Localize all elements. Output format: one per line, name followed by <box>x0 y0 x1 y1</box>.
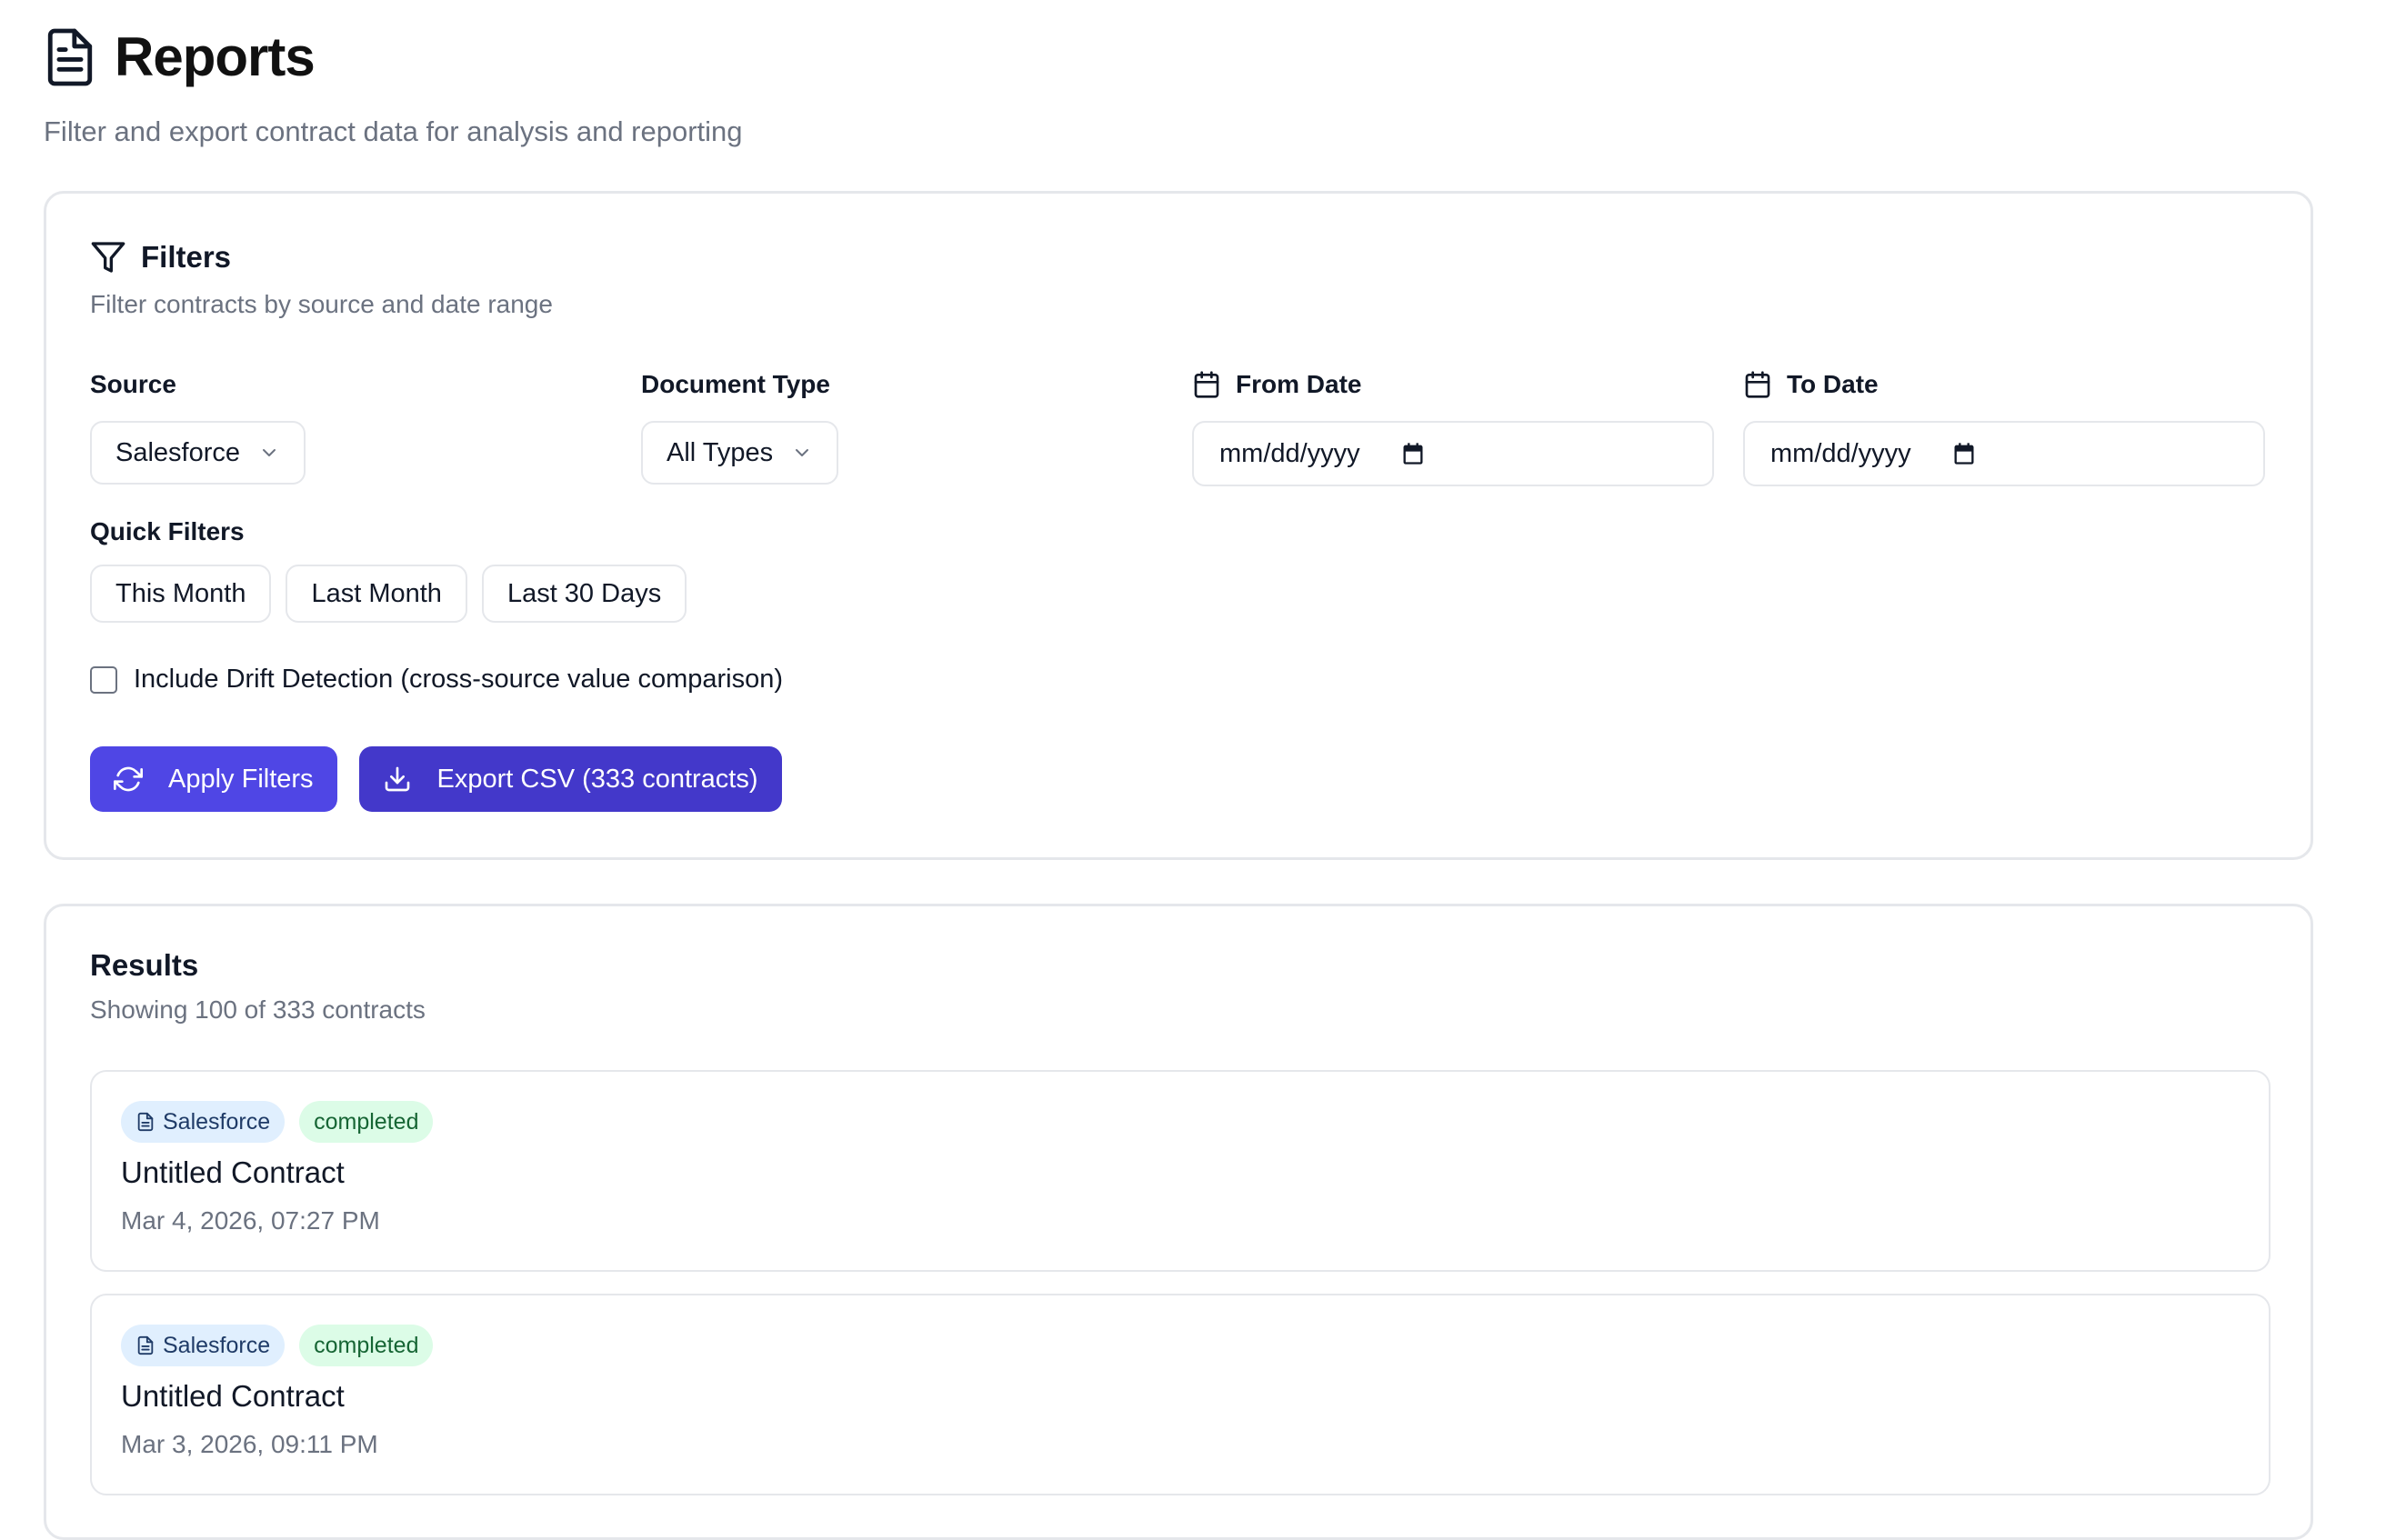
calendar-picker-icon[interactable] <box>1951 441 1977 466</box>
to-date-field: To Date mm/dd/yyyy <box>1743 366 2265 486</box>
filters-title: Filters <box>141 240 232 274</box>
contract-date: Mar 3, 2026, 09:11 PM <box>121 1430 378 1458</box>
source-select[interactable]: Salesforce <box>90 421 306 485</box>
quick-filters-label: Quick Filters <box>90 517 245 545</box>
filter-icon <box>90 239 126 275</box>
file-text-icon <box>44 28 96 86</box>
file-icon <box>135 1112 155 1132</box>
document-type-field: Document Type All Types <box>641 366 839 485</box>
quick-filter-last-month[interactable]: Last Month <box>286 565 467 623</box>
document-type-select[interactable]: All Types <box>641 421 839 485</box>
refresh-icon <box>114 765 143 794</box>
action-buttons: Apply Filters Export CSV (333 contracts) <box>90 746 782 812</box>
apply-filters-button[interactable]: Apply Filters <box>90 746 337 812</box>
to-date-label: To Date <box>1787 370 1879 398</box>
document-type-select-value: All Types <box>667 437 774 467</box>
result-item[interactable]: Salesforce completed Untitled Contract M… <box>90 1070 2271 1272</box>
export-csv-label: Export CSV (333 contracts) <box>436 764 758 794</box>
results-card: Results Showing 100 of 333 contracts Sal… <box>44 904 2313 1540</box>
filters-header: Filters <box>90 239 231 275</box>
export-csv-button[interactable]: Export CSV (333 contracts) <box>358 746 782 812</box>
page-header: Reports Filter and export contract data … <box>44 25 743 148</box>
contract-date: Mar 4, 2026, 07:27 PM <box>121 1206 380 1235</box>
drift-detection-checkbox[interactable] <box>90 665 117 694</box>
calendar-icon <box>1743 370 1772 399</box>
filters-description: Filter contracts by source and date rang… <box>90 290 553 318</box>
chevron-down-icon <box>258 442 280 464</box>
from-date-value: mm/dd/yyyy <box>1219 438 1360 468</box>
quick-filter-last-30-days[interactable]: Last 30 Days <box>481 565 687 623</box>
to-date-input[interactable]: mm/dd/yyyy <box>1743 421 2265 486</box>
calendar-icon <box>1192 370 1221 399</box>
drift-detection-row: Include Drift Detection (cross-source va… <box>90 665 783 695</box>
from-date-field: From Date mm/dd/yyyy <box>1192 366 1714 486</box>
contract-title: Untitled Contract <box>121 1379 345 1413</box>
page-title: Reports <box>115 26 316 87</box>
status-badge: completed <box>299 1101 434 1143</box>
file-icon <box>135 1335 155 1355</box>
source-select-value: Salesforce <box>115 437 241 467</box>
status-badge: completed <box>299 1325 434 1366</box>
quick-filters: This Month Last Month Last 30 Days <box>90 565 687 623</box>
drift-detection-label[interactable]: Include Drift Detection (cross-source va… <box>134 665 783 695</box>
from-date-label: From Date <box>1236 370 1362 398</box>
chevron-down-icon <box>791 442 813 464</box>
page-subtitle: Filter and export contract data for anal… <box>44 115 743 147</box>
filters-card: Filters Filter contracts by source and d… <box>44 191 2313 860</box>
source-label: Source <box>90 370 176 398</box>
from-date-input[interactable]: mm/dd/yyyy <box>1192 421 1714 486</box>
source-badge: Salesforce <box>121 1101 286 1143</box>
result-item[interactable]: Salesforce completed Untitled Contract M… <box>90 1294 2271 1495</box>
results-title: Results <box>90 948 199 982</box>
quick-filter-this-month[interactable]: This Month <box>90 565 272 623</box>
document-type-label: Document Type <box>641 370 830 398</box>
download-icon <box>383 765 412 794</box>
calendar-picker-icon[interactable] <box>1400 441 1426 466</box>
source-field: Source Salesforce <box>90 366 306 485</box>
apply-filters-label: Apply Filters <box>168 764 314 794</box>
source-badge: Salesforce <box>121 1325 286 1366</box>
results-description: Showing 100 of 333 contracts <box>90 995 426 1024</box>
to-date-value: mm/dd/yyyy <box>1770 438 1911 468</box>
contract-title: Untitled Contract <box>121 1155 345 1189</box>
